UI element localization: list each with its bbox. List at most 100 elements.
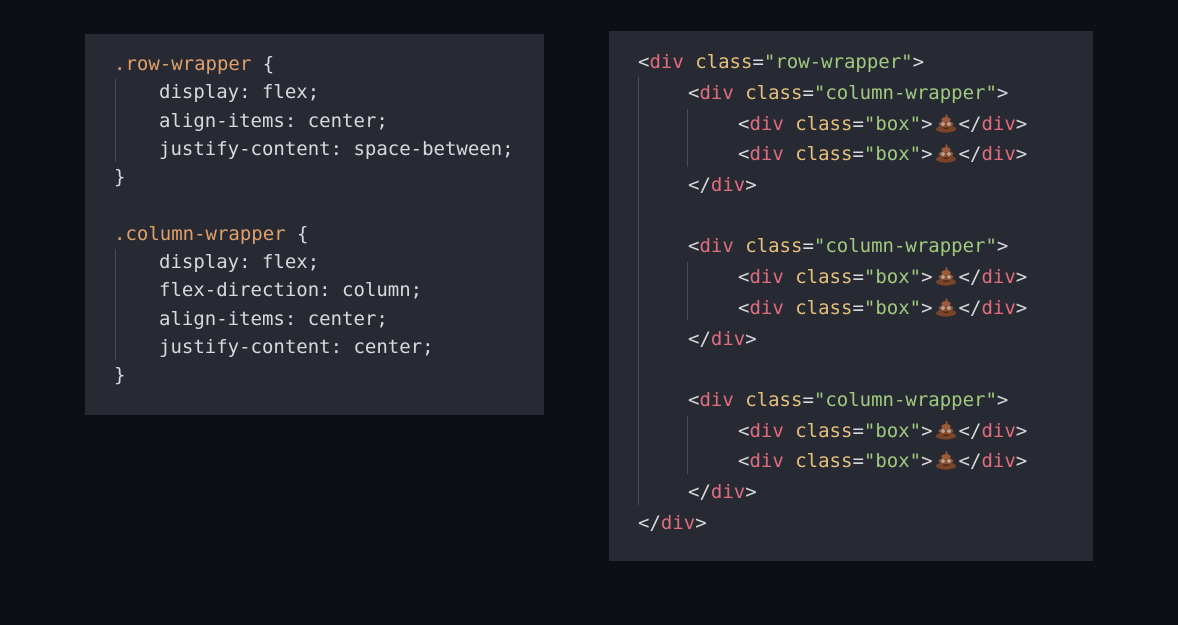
code-line: <div class="column-wrapper"> bbox=[688, 387, 1008, 413]
pile-of-poo-icon bbox=[935, 421, 956, 440]
code-line: <div class="box"> </div> bbox=[738, 264, 1027, 290]
tag-name: div bbox=[749, 297, 784, 319]
attribute-value: "box" bbox=[863, 450, 922, 472]
code-line: <div class="box"> </div> bbox=[738, 448, 1027, 474]
tag-bracket: </ bbox=[958, 297, 982, 319]
tag-bracket: > bbox=[996, 389, 1009, 411]
tag-name: div bbox=[699, 82, 734, 104]
attribute-value: "box" bbox=[863, 297, 922, 319]
tag-bracket: > bbox=[921, 297, 933, 319]
pile-of-poo-icon bbox=[935, 267, 956, 286]
code-line: .row-wrapper { bbox=[114, 51, 274, 77]
attribute-name: class bbox=[745, 82, 803, 104]
css-declaration: align-items: center; bbox=[159, 110, 388, 132]
tag-name: div bbox=[699, 235, 734, 257]
tag-name: div bbox=[660, 512, 696, 534]
tag-name: div bbox=[749, 143, 784, 165]
attribute-value: "column-wrapper" bbox=[813, 82, 997, 104]
tag-bracket: < bbox=[738, 420, 750, 442]
css-selector: .row-wrapper bbox=[114, 53, 252, 75]
css-declaration: justify-content: center; bbox=[159, 336, 434, 358]
attribute-value: "box" bbox=[863, 113, 922, 135]
tag-bracket: > bbox=[1015, 420, 1028, 442]
equals-sign: = bbox=[802, 82, 814, 104]
equals-sign: = bbox=[752, 51, 764, 73]
css-declaration: justify-content: space-between; bbox=[159, 138, 514, 160]
css-declaration: align-items: center; bbox=[159, 308, 388, 330]
equals-sign: = bbox=[802, 389, 814, 411]
equals-sign: = bbox=[852, 420, 864, 442]
attribute-name: class bbox=[795, 143, 853, 165]
tag-bracket: > bbox=[996, 82, 1009, 104]
tag-bracket: > bbox=[1015, 450, 1028, 472]
tag-bracket: < bbox=[738, 450, 750, 472]
tag-name: div bbox=[981, 420, 1016, 442]
tag-bracket: > bbox=[1015, 266, 1028, 288]
indent-guide bbox=[638, 77, 639, 505]
code-line: <div class="column-wrapper"> bbox=[688, 233, 1008, 259]
tag-bracket: > bbox=[745, 328, 757, 350]
css-declaration: display: flex; bbox=[159, 251, 320, 273]
tag-bracket: </ bbox=[958, 450, 982, 472]
equals-sign: = bbox=[852, 266, 864, 288]
attribute-name: class bbox=[795, 297, 853, 319]
attribute-value: "box" bbox=[863, 266, 922, 288]
tag-bracket: </ bbox=[958, 143, 982, 165]
equals-sign: = bbox=[852, 113, 864, 135]
tag-bracket: < bbox=[738, 143, 750, 165]
equals-sign: = bbox=[852, 450, 864, 472]
tag-bracket: > bbox=[921, 450, 933, 472]
tag-bracket: </ bbox=[688, 328, 711, 350]
tag-bracket: > bbox=[745, 174, 757, 196]
tag-bracket: > bbox=[996, 235, 1009, 257]
equals-sign: = bbox=[852, 297, 864, 319]
pile-of-poo-icon bbox=[935, 114, 956, 133]
tag-name: div bbox=[699, 389, 734, 411]
tag-bracket: > bbox=[921, 113, 933, 135]
code-line: <div class="row-wrapper"> bbox=[638, 49, 924, 75]
attribute-name: class bbox=[795, 113, 853, 135]
tag-bracket: > bbox=[745, 481, 757, 503]
pile-of-poo-icon bbox=[935, 144, 956, 163]
tag-bracket: </ bbox=[958, 266, 982, 288]
indent-guide bbox=[687, 416, 688, 474]
pile-of-poo-icon bbox=[935, 298, 956, 317]
tag-bracket: > bbox=[921, 266, 933, 288]
attribute-name: class bbox=[745, 389, 803, 411]
tag-name: div bbox=[981, 450, 1016, 472]
indent-guide bbox=[115, 79, 116, 162]
tag-name: div bbox=[749, 266, 784, 288]
code-line: </div> bbox=[688, 326, 757, 352]
tag-name: div bbox=[710, 481, 746, 503]
open-brace: { bbox=[251, 53, 275, 75]
tag-name: div bbox=[981, 266, 1016, 288]
open-brace: { bbox=[285, 223, 309, 245]
tag-bracket: </ bbox=[688, 174, 711, 196]
code-line: <div class="column-wrapper"> bbox=[688, 80, 1008, 106]
attribute-name: class bbox=[695, 51, 753, 73]
tag-name: div bbox=[749, 450, 784, 472]
tag-bracket: </ bbox=[958, 420, 982, 442]
tag-bracket: > bbox=[921, 420, 933, 442]
code-line: .column-wrapper { bbox=[114, 221, 308, 247]
code-line: <div class="box"> </div> bbox=[738, 111, 1027, 137]
attribute-name: class bbox=[745, 235, 803, 257]
tag-bracket: > bbox=[921, 143, 933, 165]
attribute-name: class bbox=[795, 420, 853, 442]
tag-name: div bbox=[649, 51, 684, 73]
code-line: <div class="box"> </div> bbox=[738, 295, 1027, 321]
code-line: <div class="box"> </div> bbox=[738, 141, 1027, 167]
code-line: </div> bbox=[688, 172, 757, 198]
css-declaration: display: flex; bbox=[159, 81, 320, 103]
tag-name: div bbox=[981, 297, 1016, 319]
attribute-value: "box" bbox=[863, 143, 922, 165]
css-selector: .column-wrapper bbox=[114, 223, 286, 245]
close-brace: } bbox=[114, 364, 126, 386]
tag-name: div bbox=[710, 328, 746, 350]
code-line: </div> bbox=[688, 479, 757, 505]
attribute-value: "row-wrapper" bbox=[763, 51, 913, 73]
attribute-value: "box" bbox=[863, 420, 922, 442]
tag-bracket: > bbox=[1015, 297, 1028, 319]
attribute-name: class bbox=[795, 450, 853, 472]
tag-name: div bbox=[749, 420, 784, 442]
